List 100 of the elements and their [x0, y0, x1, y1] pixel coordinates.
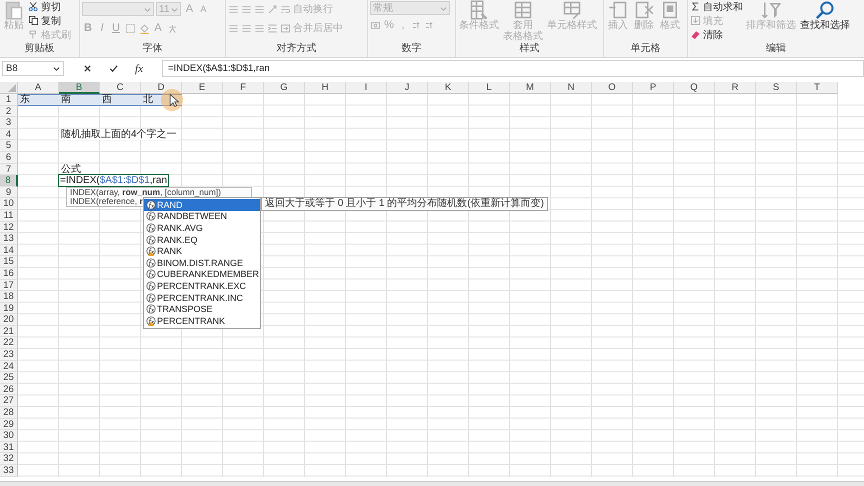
row-header[interactable]: 31 — [0, 442, 18, 454]
ribbon-button[interactable]: 剪切 — [28, 0, 71, 13]
select-all-button[interactable] — [0, 82, 18, 94]
paint-bucket-icon — [138, 22, 150, 34]
column-header[interactable]: N — [551, 82, 592, 94]
column-header[interactable]: D — [141, 82, 182, 94]
group-label: 字体 — [142, 42, 164, 55]
column-header[interactable]: L — [469, 82, 510, 94]
row-header[interactable]: 32 — [0, 453, 18, 465]
row-header[interactable]: 9 — [0, 186, 18, 198]
text-angle-icon — [267, 4, 278, 14]
column-header[interactable]: I — [346, 82, 387, 94]
function-item[interactable]: BINOM.DIST.RANGE — [144, 256, 260, 269]
function-item[interactable]: PERCENTRANK.INC — [144, 292, 260, 304]
row-header[interactable]: 4 — [0, 128, 18, 140]
row-header[interactable]: 1 — [0, 94, 18, 106]
row-header[interactable]: 27 — [0, 395, 18, 408]
column-header[interactable]: R — [715, 82, 756, 94]
group-label: 编辑 — [765, 42, 787, 55]
selected-cell: 南 — [59, 94, 100, 106]
syntax-text: INDEX(reference, r — [70, 197, 143, 206]
insert-function-button[interactable]: fx — [130, 61, 148, 76]
column-header[interactable]: T — [797, 82, 838, 94]
border-icon — [124, 22, 136, 34]
caret-icon — [171, 6, 178, 12]
row-header[interactable]: 33 — [0, 465, 18, 477]
column-header[interactable]: J — [387, 82, 428, 94]
function-item[interactable]: PERCENTRANK.EXC — [144, 280, 260, 292]
brush-icon — [28, 29, 39, 40]
row-header[interactable]: 5 — [0, 140, 18, 152]
row-header[interactable]: 19 — [0, 302, 18, 314]
row-header[interactable]: 8 — [0, 175, 18, 187]
column-header[interactable]: G — [264, 82, 305, 94]
ribbon-button[interactable]: 查找和选择 — [799, 0, 851, 31]
row-header[interactable]: 23 — [0, 349, 18, 361]
column-header[interactable]: O — [592, 82, 633, 94]
row-header[interactable]: 24 — [0, 360, 18, 372]
row-header[interactable]: 15 — [0, 256, 18, 268]
function-warning-icon — [146, 316, 156, 326]
function-item[interactable]: TRANSPOSE — [144, 303, 260, 315]
column-header[interactable]: B — [59, 82, 100, 94]
row-header[interactable]: 12 — [0, 222, 18, 234]
row-header[interactable]: 26 — [0, 384, 18, 396]
row-header[interactable]: 10 — [0, 198, 18, 210]
row-header[interactable]: 20 — [0, 314, 18, 326]
column-header[interactable]: M — [510, 82, 551, 94]
function-icon — [146, 280, 156, 291]
row-header[interactable]: 11 — [0, 210, 18, 222]
eraser-icon — [690, 29, 701, 40]
formula-field[interactable]: =INDEX($A$1:$D$1,ran — [162, 60, 864, 77]
row-header[interactable]: 14 — [0, 244, 18, 256]
ribbon-button[interactable]: 清除 — [690, 28, 743, 41]
row-header[interactable]: 18 — [0, 291, 18, 303]
row-header[interactable]: 13 — [0, 233, 18, 245]
function-item[interactable]: PERCENTRANK — [144, 314, 260, 327]
row-header[interactable]: 21 — [0, 326, 18, 338]
function-item[interactable]: RANK — [144, 245, 260, 257]
row-header[interactable]: 6 — [0, 152, 18, 164]
scissors-icon — [28, 1, 39, 12]
row-header[interactable]: 2 — [0, 106, 18, 118]
row-header[interactable]: 3 — [0, 117, 18, 129]
function-item[interactable]: RAND — [144, 199, 260, 211]
function-item[interactable]: RANK.EQ — [144, 234, 260, 246]
sigma-icon — [690, 1, 701, 12]
function-item[interactable]: CUBERANKEDMEMBER — [144, 268, 260, 280]
row-header[interactable]: 17 — [0, 280, 18, 292]
close-icon — [82, 64, 92, 73]
function-icon — [146, 292, 156, 303]
column-header[interactable]: Q — [674, 82, 715, 94]
ribbon-button[interactable]: 复制 — [28, 14, 71, 27]
row-header[interactable]: 7 — [0, 164, 18, 176]
check-icon — [108, 64, 118, 73]
row-header[interactable]: 28 — [0, 407, 18, 419]
cell-text: 随机抽取上面的4个字之一 — [59, 130, 179, 140]
column-header[interactable]: H — [305, 82, 346, 94]
column-header[interactable]: C — [100, 82, 141, 94]
function-icon — [146, 304, 156, 314]
function-item[interactable]: RANDBETWEEN — [144, 210, 260, 222]
column-header[interactable]: A — [18, 82, 59, 94]
syntax-text: INDEX(array, row_num, [column_num]) — [70, 188, 222, 197]
ribbon-button[interactable]: 自动求和 — [690, 0, 743, 13]
name-box[interactable]: B8 — [2, 61, 64, 76]
row-header[interactable]: 30 — [0, 430, 18, 442]
row-header[interactable]: 16 — [0, 268, 18, 280]
column-header[interactable]: P — [633, 82, 674, 94]
caret-icon — [53, 65, 60, 72]
decimal-icon — [424, 20, 435, 30]
function-icon — [146, 234, 156, 245]
column-header[interactable]: E — [182, 82, 223, 94]
row-header[interactable]: 22 — [0, 337, 18, 350]
column-header[interactable]: K — [428, 82, 469, 94]
column-header[interactable]: F — [223, 82, 264, 94]
selected-cell: 东 — [18, 94, 59, 106]
cell-editor[interactable]: =INDEX($A$1:$D$1,ran — [58, 174, 170, 187]
row-header[interactable]: 25 — [0, 372, 18, 384]
function-icon — [146, 200, 156, 210]
align-icon — [254, 22, 265, 34]
column-header[interactable]: S — [756, 82, 797, 94]
function-item[interactable]: RANK.AVG — [144, 222, 260, 234]
row-header[interactable]: 29 — [0, 418, 18, 430]
